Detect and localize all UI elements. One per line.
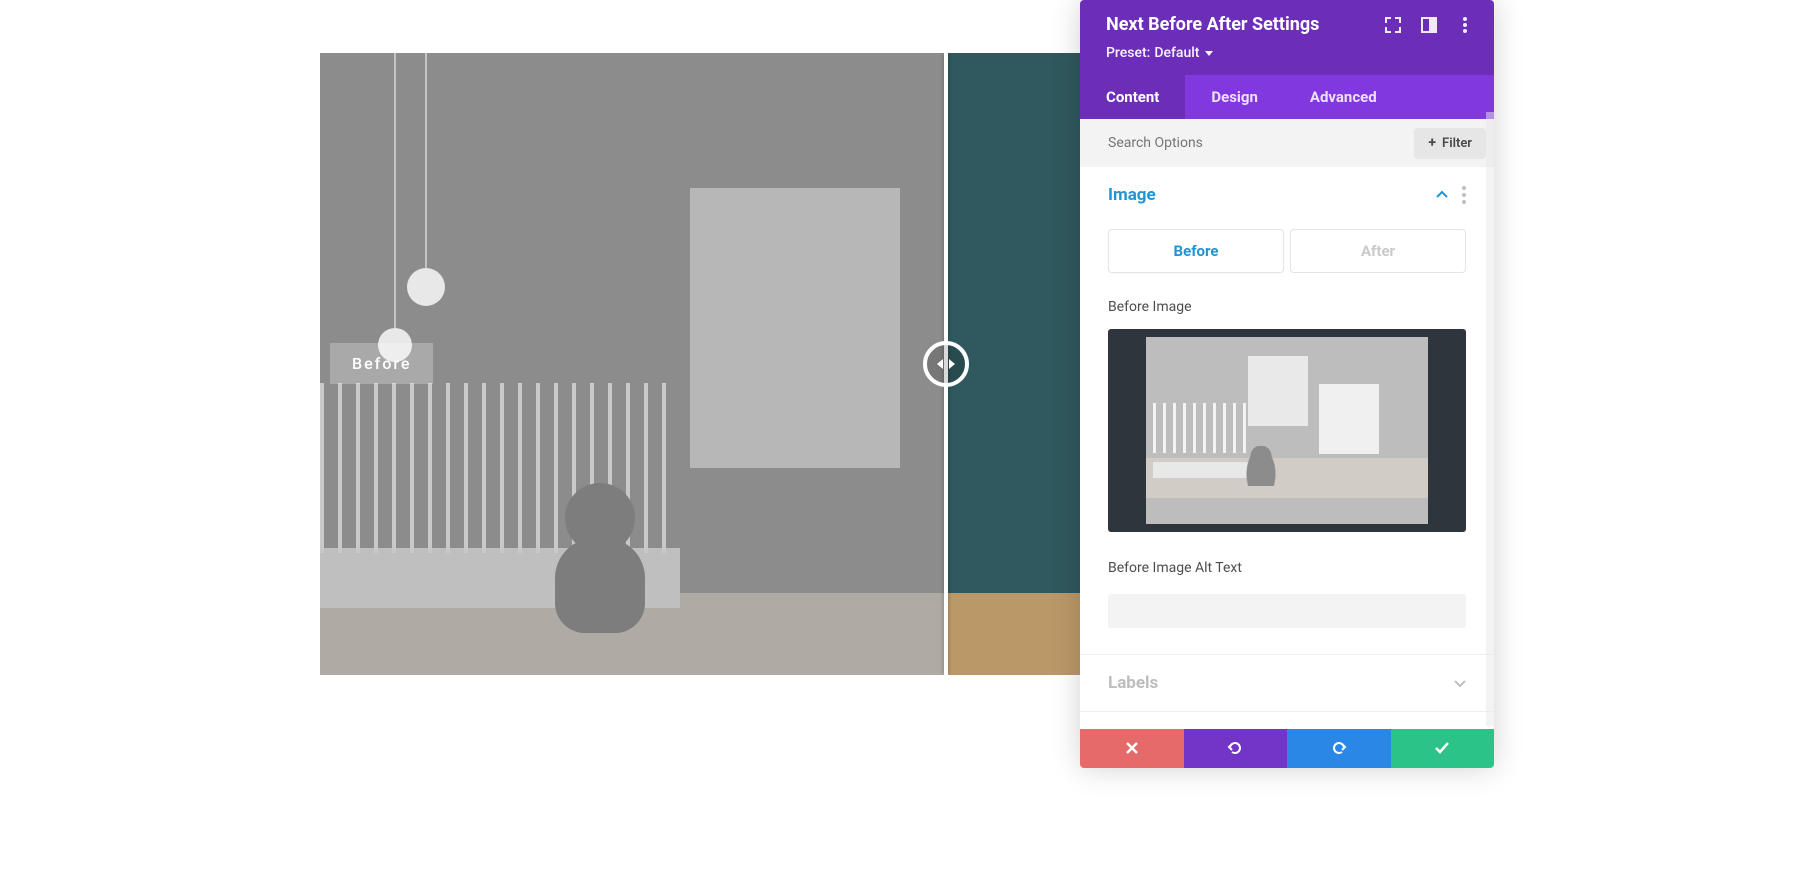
preview-area: Before bbox=[0, 0, 1800, 887]
segment-after[interactable]: After bbox=[1290, 229, 1466, 273]
panel-title: Next Before After Settings bbox=[1106, 14, 1319, 35]
preset-prefix: Preset: bbox=[1106, 45, 1150, 61]
before-image-thumbnail bbox=[1146, 337, 1428, 524]
tab-design[interactable]: Design bbox=[1185, 75, 1284, 119]
tab-content[interactable]: Content bbox=[1080, 75, 1185, 119]
before-image-picker[interactable] bbox=[1108, 329, 1466, 532]
chevron-up-icon bbox=[1436, 189, 1448, 201]
slider-handle[interactable] bbox=[923, 341, 969, 387]
chevron-down-icon bbox=[1454, 677, 1466, 689]
snap-panel-icon[interactable] bbox=[1420, 16, 1438, 34]
before-after-divider[interactable] bbox=[944, 53, 948, 675]
before-image-side: Before bbox=[320, 53, 946, 675]
preset-value: Default bbox=[1154, 45, 1199, 61]
panel-header-actions bbox=[1384, 16, 1474, 34]
section-head-image[interactable]: Image bbox=[1080, 167, 1494, 223]
search-row: + Filter bbox=[1080, 119, 1494, 167]
filter-label: Filter bbox=[1442, 136, 1472, 151]
section-head-link[interactable]: Link bbox=[1080, 711, 1494, 728]
expand-icon[interactable] bbox=[1384, 16, 1402, 34]
caret-right-icon bbox=[948, 358, 956, 370]
panel-actions bbox=[1080, 729, 1494, 768]
filter-button[interactable]: + Filter bbox=[1414, 128, 1486, 159]
segment-before[interactable]: Before bbox=[1108, 229, 1284, 273]
pendant-lamp bbox=[407, 268, 445, 306]
before-image-label: Before Image bbox=[1108, 299, 1466, 315]
section-title-labels: Labels bbox=[1108, 673, 1158, 693]
caret-left-icon bbox=[936, 358, 944, 370]
before-after-segment: Before After bbox=[1108, 229, 1466, 273]
redo-button[interactable] bbox=[1287, 729, 1391, 768]
teddy-bear bbox=[535, 483, 665, 643]
more-icon[interactable] bbox=[1456, 16, 1474, 34]
undo-button[interactable] bbox=[1184, 729, 1288, 768]
preset-selector[interactable]: Preset: Default bbox=[1106, 45, 1474, 61]
panel-body: Image Before After Before Image Before I… bbox=[1080, 167, 1494, 729]
panel-tabs: Content Design Advanced bbox=[1080, 75, 1494, 119]
search-input[interactable] bbox=[1108, 125, 1404, 161]
panel-header: Next Before After Settings Preset: Defau… bbox=[1080, 0, 1494, 75]
panel-scrollbar[interactable] bbox=[1486, 112, 1494, 726]
before-label: Before bbox=[330, 343, 433, 384]
section-more-icon[interactable] bbox=[1462, 186, 1466, 204]
before-alt-input[interactable] bbox=[1108, 594, 1466, 628]
cancel-button[interactable] bbox=[1080, 729, 1184, 768]
tab-advanced[interactable]: Advanced bbox=[1284, 75, 1403, 119]
settings-panel: Next Before After Settings Preset: Defau… bbox=[1080, 0, 1494, 768]
save-button[interactable] bbox=[1391, 729, 1495, 768]
section-body-image: Before After Before Image Before Image A… bbox=[1080, 229, 1494, 654]
section-title-image: Image bbox=[1108, 185, 1156, 205]
section-head-labels[interactable]: Labels bbox=[1080, 654, 1494, 711]
plus-icon: + bbox=[1428, 136, 1436, 150]
before-alt-label: Before Image Alt Text bbox=[1108, 560, 1466, 576]
caret-down-icon bbox=[1205, 51, 1213, 56]
